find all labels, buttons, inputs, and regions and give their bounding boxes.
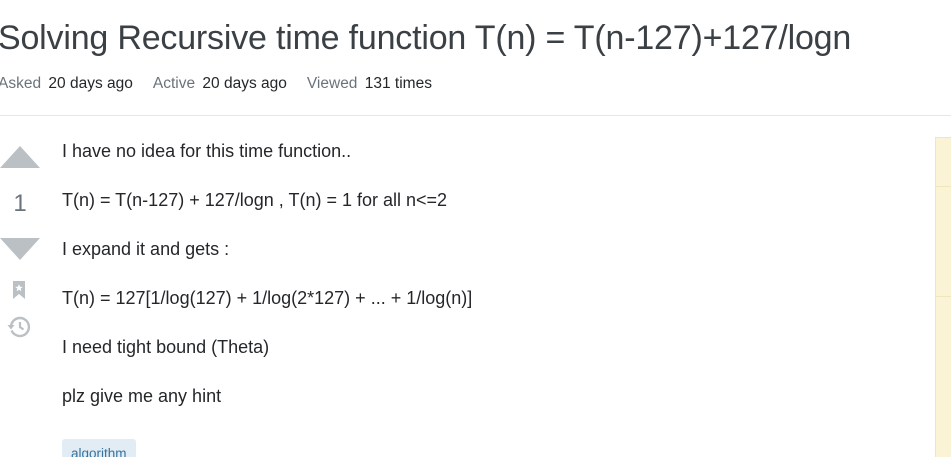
active-info: Active 20 days ago (153, 75, 287, 93)
sidebar-divider (936, 186, 951, 187)
sidebar-divider (936, 296, 951, 297)
vote-count: 1 (13, 190, 27, 217)
sidebar-notice-edge (935, 137, 951, 457)
history-button[interactable] (7, 316, 31, 343)
question-title[interactable]: Solving Recursive time function T(n) = T… (0, 19, 851, 58)
asked-value[interactable]: 20 days ago (48, 75, 132, 92)
question-page: Solving Recursive time function T(n) = T… (0, 0, 951, 457)
body-paragraph: T(n) = 127[1/log(127) + 1/log(2*127) + .… (62, 288, 473, 308)
body-paragraph: plz give me any hint (62, 386, 222, 406)
question-meta: Asked 20 days ago Active 20 days ago Vie… (0, 75, 452, 93)
bookmark-button[interactable] (11, 280, 27, 305)
asked-info: Asked 20 days ago (0, 75, 133, 93)
body-paragraph: T(n) = T(n-127) + 127/logn , T(n) = 1 fo… (62, 190, 448, 210)
active-value[interactable]: 20 days ago (202, 75, 286, 92)
body-paragraph: I expand it and gets : (62, 239, 230, 259)
header-divider (0, 115, 951, 116)
viewed-value: 131 times (364, 75, 432, 92)
upvote-button[interactable] (0, 146, 40, 168)
history-icon (7, 316, 31, 338)
bookmark-icon (13, 281, 25, 299)
question-body: I have no idea for this time function.. … (62, 140, 472, 434)
tag-algorithm[interactable]: algorithm (62, 439, 136, 457)
active-label: Active (152, 75, 196, 92)
downvote-button[interactable] (0, 238, 40, 260)
body-paragraph: I have no idea for this time function.. (62, 141, 352, 161)
viewed-info: Viewed 131 times (307, 75, 432, 93)
body-paragraph: I need tight bound (Theta) (62, 337, 270, 357)
asked-label: Asked (0, 75, 42, 92)
viewed-label: Viewed (306, 75, 358, 92)
